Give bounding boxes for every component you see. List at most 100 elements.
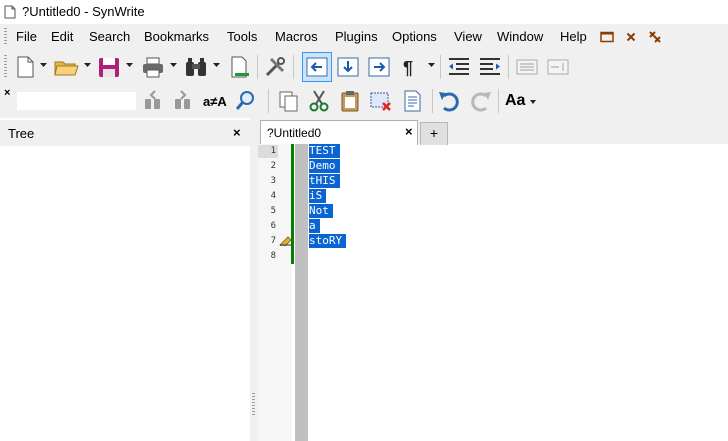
window-restore-icon[interactable] xyxy=(600,31,614,43)
goto-button[interactable] xyxy=(226,54,252,80)
align-right-button[interactable] xyxy=(477,54,503,80)
chevron-down-icon[interactable] xyxy=(40,63,47,68)
copy-button[interactable] xyxy=(275,88,301,114)
redo-icon xyxy=(471,92,491,112)
indent-down-icon xyxy=(337,57,359,77)
menu-window[interactable]: Window xyxy=(497,29,543,44)
chevron-down-icon[interactable] xyxy=(530,100,536,104)
menu-search[interactable]: Search xyxy=(89,29,130,44)
code-line[interactable]: iS xyxy=(309,189,327,203)
paste-button[interactable] xyxy=(337,88,363,114)
zoom-button[interactable] xyxy=(233,88,259,114)
chevron-down-icon[interactable] xyxy=(213,63,220,68)
menu-edit[interactable]: Edit xyxy=(51,29,73,44)
line-number: 6 xyxy=(270,221,276,231)
expand-button[interactable] xyxy=(545,54,571,80)
save-button[interactable] xyxy=(96,54,122,80)
cut-icon xyxy=(309,90,329,112)
menu-macros[interactable]: Macros xyxy=(275,29,318,44)
expand-icon xyxy=(547,59,569,75)
chevron-down-icon[interactable] xyxy=(84,63,91,68)
print-button[interactable] xyxy=(140,54,166,80)
chevron-down-icon[interactable] xyxy=(126,63,133,68)
close-icon[interactable] xyxy=(626,32,636,42)
close-search-icon[interactable]: × xyxy=(4,87,10,99)
menu-grip[interactable] xyxy=(4,28,7,46)
paragraph-button[interactable]: ¶ xyxy=(398,54,424,80)
cut-button[interactable] xyxy=(306,88,332,114)
line-number: 3 xyxy=(270,176,276,186)
new-file-button[interactable] xyxy=(12,54,38,80)
tree-close-icon[interactable]: × xyxy=(233,125,241,140)
find-next-button[interactable] xyxy=(170,88,196,114)
undo-button[interactable] xyxy=(436,88,462,114)
code-line[interactable]: Not xyxy=(309,204,333,218)
toolbar-separator xyxy=(498,89,499,113)
line-number: 1 xyxy=(270,146,276,156)
menu-tools[interactable]: Tools xyxy=(227,29,257,44)
toolbar-grip[interactable] xyxy=(4,55,7,79)
tree-panel-header: Tree × xyxy=(0,120,250,146)
code-line[interactable]: stoRY xyxy=(309,234,347,248)
tree-panel xyxy=(0,118,250,441)
menu-view[interactable]: View xyxy=(454,29,482,44)
indent-left-button[interactable] xyxy=(302,52,332,82)
pin-icon[interactable] xyxy=(648,30,662,44)
copy-icon xyxy=(279,91,298,112)
delete-selection-button[interactable] xyxy=(368,88,394,114)
line-number: 4 xyxy=(270,191,276,201)
font-size-icon[interactable]: Aa xyxy=(505,92,525,110)
align-left-icon xyxy=(449,58,469,75)
chevron-down-icon[interactable] xyxy=(170,63,177,68)
tree-title: Tree xyxy=(8,126,35,141)
delete-selection-icon xyxy=(370,92,391,111)
toolbar-separator xyxy=(508,55,509,79)
main-toolbar: ¶ xyxy=(0,49,728,85)
zoom-icon xyxy=(235,91,254,110)
indent-left-icon xyxy=(306,57,328,77)
menu-file[interactable]: File xyxy=(16,29,37,44)
replace-icon[interactable]: a≠A xyxy=(203,94,227,109)
find-prev-icon xyxy=(145,90,160,109)
splitter-grip[interactable] xyxy=(252,393,255,415)
find-prev-button[interactable] xyxy=(140,88,166,114)
toolbar-separator xyxy=(257,55,258,79)
code-line[interactable]: TEST xyxy=(309,144,340,158)
collapse-button[interactable] xyxy=(514,54,540,80)
undo-icon xyxy=(439,92,459,112)
menu-help[interactable]: Help xyxy=(560,29,587,44)
find-button[interactable] xyxy=(183,54,209,80)
code-line[interactable]: tHIS xyxy=(309,174,340,188)
tab-untitled0[interactable]: ?Untitled0 × xyxy=(260,120,418,145)
align-right-icon xyxy=(480,58,500,75)
line-number: 7 xyxy=(270,236,276,246)
redo-button[interactable] xyxy=(468,88,494,114)
indent-down-button[interactable] xyxy=(335,54,361,80)
new-tab-button[interactable]: + xyxy=(420,122,448,145)
line-number: 8 xyxy=(270,251,276,261)
line-number-gutter[interactable] xyxy=(258,144,292,441)
code-line[interactable]: Demo xyxy=(309,159,340,173)
goto-icon xyxy=(231,56,249,78)
align-left-button[interactable] xyxy=(446,54,472,80)
change-bar xyxy=(291,144,294,264)
save-icon xyxy=(99,58,119,77)
indent-right-button[interactable] xyxy=(366,54,392,80)
app-icon xyxy=(4,5,16,19)
document-button[interactable] xyxy=(400,88,426,114)
chevron-down-icon[interactable] xyxy=(428,63,435,68)
tab-label: ?Untitled0 xyxy=(267,126,322,140)
toolbar-separator xyxy=(432,89,433,113)
open-button[interactable] xyxy=(53,54,79,80)
menu-bar: File Edit Search Bookmarks Tools Macros … xyxy=(0,24,728,49)
code-line[interactable]: a xyxy=(309,219,320,233)
tools-button[interactable] xyxy=(262,54,288,80)
fold-margin[interactable] xyxy=(295,144,308,441)
menu-plugins[interactable]: Plugins xyxy=(335,29,378,44)
tab-close-icon[interactable]: × xyxy=(405,124,413,139)
search-input[interactable] xyxy=(17,92,136,110)
title-bar: ?Untitled0 - SynWrite xyxy=(0,0,728,24)
new-file-icon xyxy=(17,56,34,78)
menu-bookmarks[interactable]: Bookmarks xyxy=(144,29,209,44)
menu-options[interactable]: Options xyxy=(392,29,437,44)
